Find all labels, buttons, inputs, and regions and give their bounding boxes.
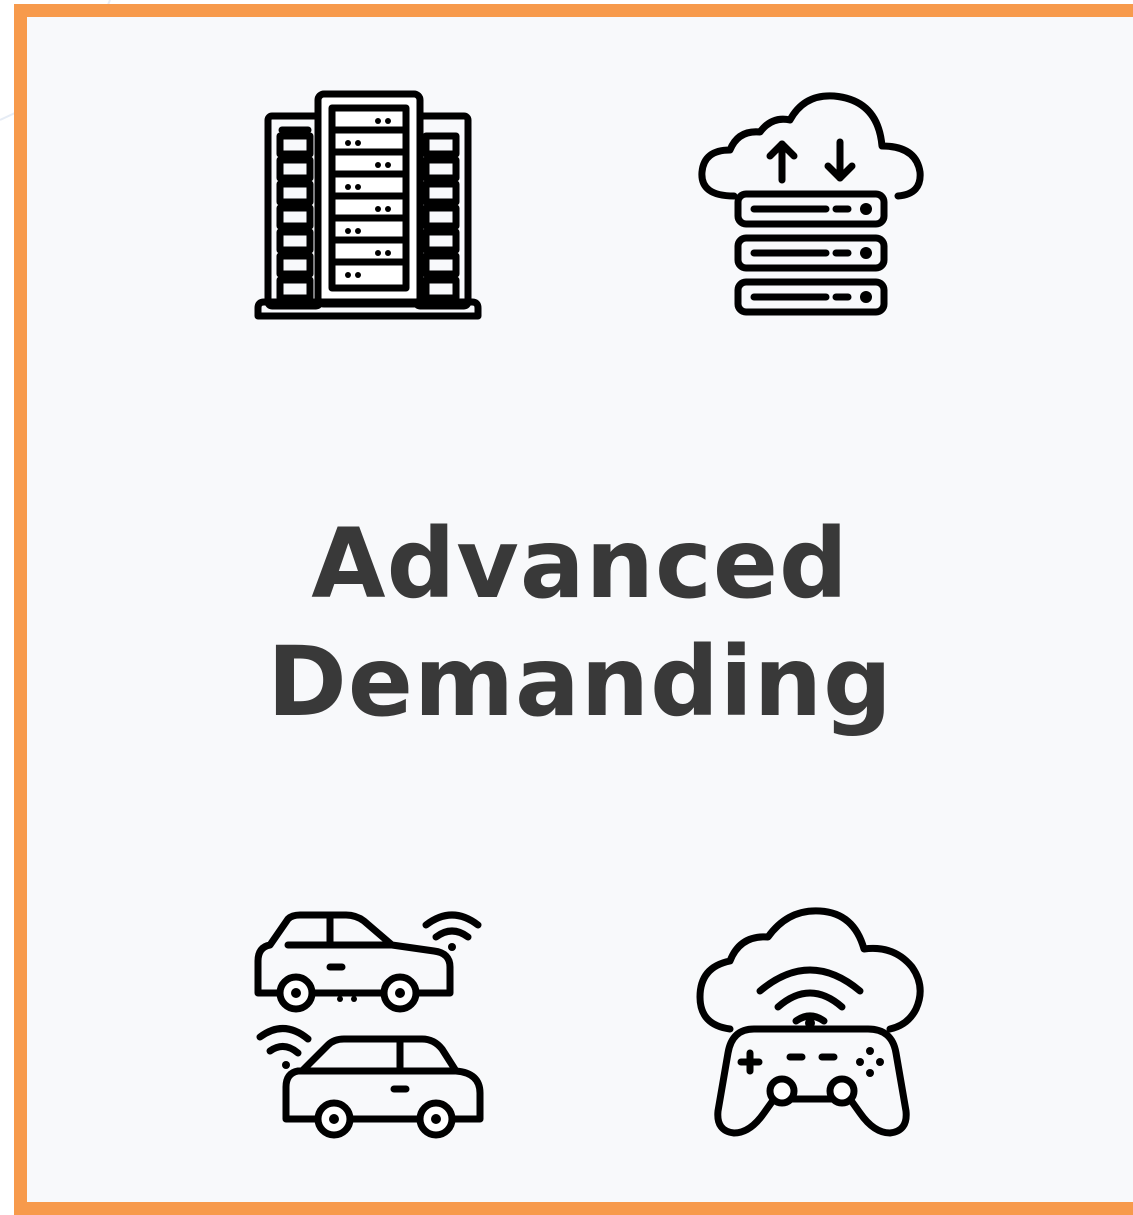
server-rack-icon bbox=[254, 90, 482, 320]
heading-line-2: Demanding bbox=[267, 626, 893, 738]
cloud-server-icon bbox=[698, 92, 924, 316]
heading-line-1: Advanced bbox=[311, 508, 849, 620]
heading: Advanced Demanding bbox=[0, 505, 1133, 741]
slide: Advanced Demanding bbox=[0, 0, 1133, 1215]
connected-cars-icon bbox=[254, 911, 484, 1139]
cloud-gaming-icon bbox=[696, 907, 924, 1137]
